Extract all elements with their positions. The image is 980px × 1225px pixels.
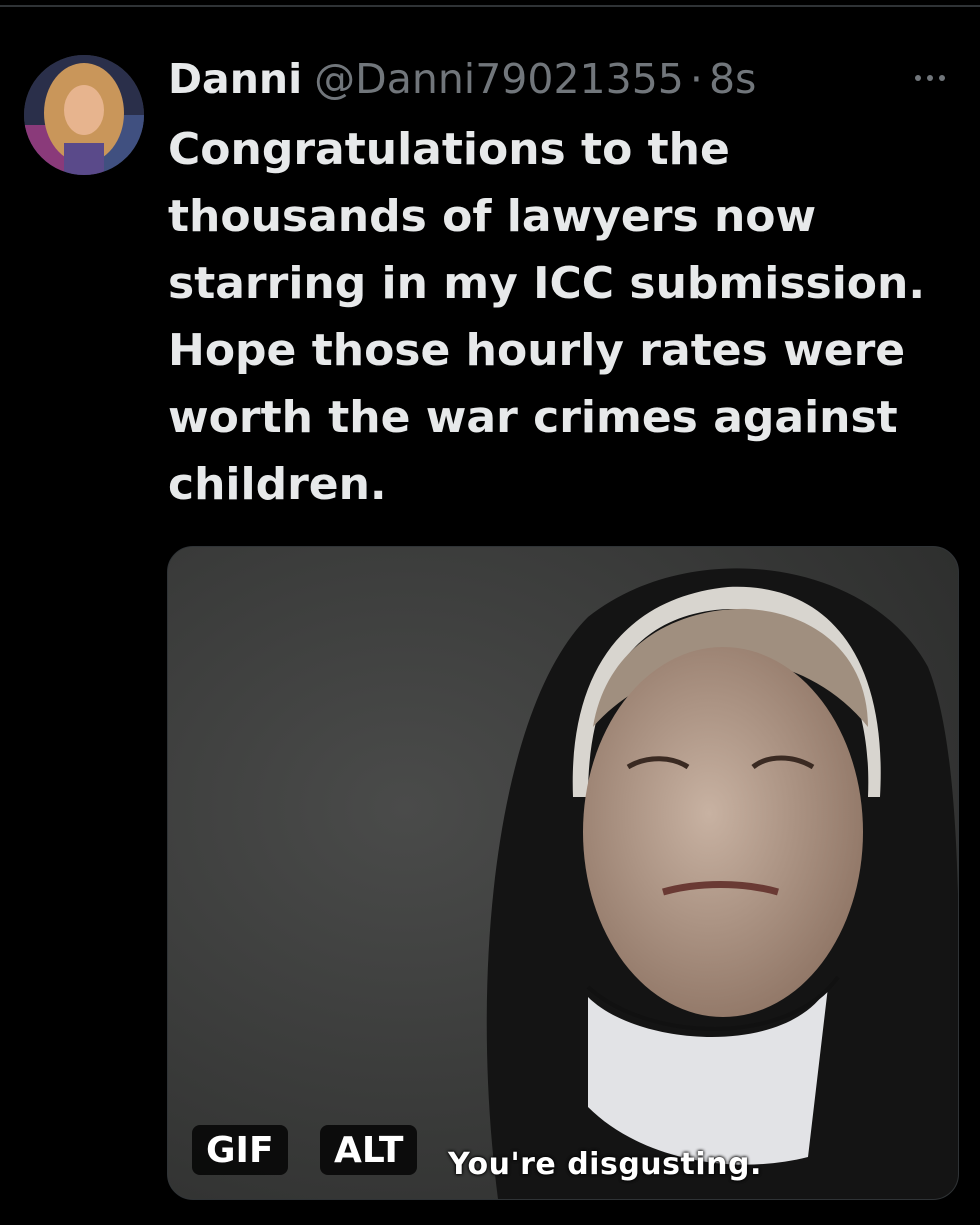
display-name[interactable]: Danni [168, 55, 302, 103]
top-divider [0, 5, 980, 7]
user-handle[interactable]: @Danni79021355 [314, 55, 684, 103]
tweet-text: Congratulations to the thousands of lawy… [168, 124, 926, 510]
gif-media[interactable]: You're disgusting. GIF ALT [167, 546, 959, 1200]
more-dots-icon[interactable] [900, 58, 960, 98]
gif-frame-image [168, 547, 958, 1199]
gif-badge[interactable]: GIF [192, 1125, 288, 1175]
timestamp[interactable]: 8s [709, 55, 756, 103]
separator-dot: · [689, 55, 703, 103]
alt-badge[interactable]: ALT [320, 1125, 418, 1175]
avatar[interactable] [24, 55, 144, 175]
gif-subtitle: You're disgusting. [448, 1147, 762, 1182]
tweet-header: Danni @Danni79021355 · 8s [168, 50, 756, 108]
